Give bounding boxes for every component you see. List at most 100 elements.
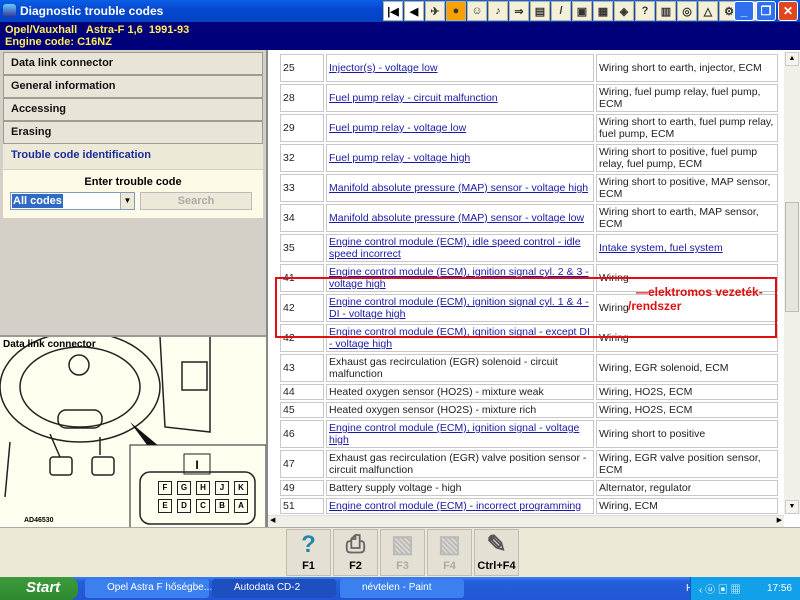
taskbar-item-autodata[interactable]: Autodata CD-2: [212, 579, 336, 598]
horizontal-scrollbar[interactable]: ◀ ▶: [268, 515, 784, 527]
f4-button[interactable]: ▧ F4: [427, 529, 472, 576]
description-link[interactable]: Manifold absolute pressure (MAP) sensor …: [329, 182, 588, 194]
tool-icon[interactable]: ▤: [530, 1, 550, 21]
start-button[interactable]: Start: [0, 577, 78, 600]
cause-cell: Alternator, regulator: [596, 480, 778, 496]
description-cell: Manifold absolute pressure (MAP) sensor …: [326, 204, 594, 232]
description-link[interactable]: Fuel pump relay - voltage high: [329, 152, 470, 164]
description-text: Heated oxygen sensor (HO2S) - mixture ri…: [329, 404, 537, 416]
cause-cell: Wiring, EGR solenoid, ECM: [596, 354, 778, 382]
svg-text:I: I: [195, 458, 198, 472]
sidebar-item-erasing[interactable]: Erasing: [3, 121, 263, 144]
tool-icon[interactable]: ▣: [572, 1, 592, 21]
chevron-down-icon[interactable]: ▼: [120, 193, 134, 209]
tool-icon[interactable]: ?: [635, 1, 655, 21]
taskbar-item-firefox[interactable]: Opel Astra F hőségbe...: [85, 579, 212, 598]
tool-icon[interactable]: ▦: [593, 1, 613, 21]
scroll-thumb[interactable]: [785, 202, 799, 312]
scroll-right-icon[interactable]: ▶: [777, 516, 782, 524]
description-cell: Heated oxygen sensor (HO2S) - mixture we…: [326, 384, 594, 400]
image-icon: ▧: [438, 531, 461, 558]
window-title: Diagnostic trouble codes: [20, 4, 164, 18]
code-cell: 25: [280, 54, 324, 82]
table-row: 47 Exhaust gas recirculation (EGR) valve …: [280, 450, 778, 478]
code-cell: 47: [280, 450, 324, 478]
sidebar-item-general-information[interactable]: General information: [3, 75, 263, 98]
code-cell: 34: [280, 204, 324, 232]
tool-icon[interactable]: △: [698, 1, 718, 21]
description-cell: Manifold absolute pressure (MAP) sensor …: [326, 174, 594, 202]
restore-button[interactable]: ❐: [756, 1, 776, 21]
cause-text: Wiring, EGR solenoid, ECM: [599, 362, 729, 374]
tool-icon[interactable]: ☺: [467, 1, 487, 21]
scroll-down-icon[interactable]: ▼: [785, 500, 799, 514]
sidebar-item-accessing[interactable]: Accessing: [3, 98, 263, 121]
description-text: Battery supply voltage - high: [329, 482, 462, 494]
f2-label: F2: [349, 560, 362, 572]
sidebar-item-trouble-code-identification[interactable]: Trouble code identification: [3, 144, 263, 169]
table-row: 33 Manifold absolute pressure (MAP) senso…: [280, 174, 778, 202]
description-link[interactable]: Fuel pump relay - circuit malfunction: [329, 92, 498, 104]
table-row: 28 Fuel pump relay - circuit malfunction W…: [280, 84, 778, 112]
tool-icon[interactable]: ♪: [488, 1, 508, 21]
back-icon[interactable]: ◀: [404, 1, 424, 21]
diagram-caption: Data link connector: [3, 339, 96, 350]
app-icon: [3, 4, 16, 17]
ctrl-f4-button[interactable]: ✎ Ctrl+F4: [474, 529, 519, 576]
code-cell: 49: [280, 480, 324, 496]
cause-text: Wiring, HO2S, ECM: [599, 404, 693, 416]
cause-link[interactable]: Intake system, fuel system: [599, 242, 723, 254]
description-cell: Engine control module (ECM), ignition si…: [326, 420, 594, 448]
cause-text: Alternator, regulator: [599, 482, 692, 494]
vertical-scrollbar[interactable]: ▲ ▼: [784, 52, 800, 514]
code-cell: 33: [280, 174, 324, 202]
f4-label: F4: [443, 560, 456, 572]
description-link[interactable]: Fuel pump relay - voltage low: [329, 122, 466, 134]
f3-label: F3: [396, 560, 409, 572]
description-link[interactable]: Engine control module (ECM), idle speed …: [329, 236, 581, 260]
sidebar-item-data-link-connector[interactable]: Data link connector: [3, 52, 263, 75]
tool-icon[interactable]: ⇒: [509, 1, 529, 21]
table-row: 49 Battery supply voltage - high Alternato…: [280, 480, 778, 496]
tool-icon[interactable]: ✈: [425, 1, 445, 21]
f3-button[interactable]: ▧ F3: [380, 529, 425, 576]
code-select-value: All codes: [12, 194, 63, 208]
cause-cell: Wiring short to positive, fuel pump rela…: [596, 144, 778, 172]
vehicle-name: Opel/Vauxhall Astra-F 1,6 1991-93: [5, 24, 190, 36]
table-row: 25 Injector(s) - voltage low Wiring short …: [280, 54, 778, 82]
tool-icon[interactable]: /: [551, 1, 571, 21]
code-cell: 43: [280, 354, 324, 382]
description-link[interactable]: Injector(s) - voltage low: [329, 62, 438, 74]
close-button[interactable]: ✕: [778, 1, 798, 21]
tool-icon[interactable]: ◎: [677, 1, 697, 21]
connector-pin: A: [234, 499, 248, 513]
scroll-up-icon[interactable]: ▲: [785, 52, 799, 66]
tray-icons[interactable]: ‹ ⓤ ▣ ▦: [699, 581, 741, 596]
code-cell: 45: [280, 402, 324, 418]
tool-icon[interactable]: ▥: [656, 1, 676, 21]
code-cell: 32: [280, 144, 324, 172]
tool-icon[interactable]: ●: [446, 1, 466, 21]
f2-print-button[interactable]: ⎙ F2: [333, 529, 378, 576]
minimize-button[interactable]: _: [734, 1, 754, 21]
cause-cell: Wiring short to earth, fuel pump relay, …: [596, 114, 778, 142]
connector-pin: F: [158, 481, 172, 495]
description-link[interactable]: Manifold absolute pressure (MAP) sensor …: [329, 212, 584, 224]
search-button[interactable]: Search: [140, 192, 252, 210]
diagram-code: AD46530: [24, 517, 54, 524]
first-icon[interactable]: |◀: [383, 1, 403, 21]
code-select[interactable]: All codes ▼: [10, 192, 135, 210]
scroll-left-icon[interactable]: ◀: [270, 516, 275, 524]
description-link[interactable]: Engine control module (ECM), ignition si…: [329, 422, 579, 446]
f1-help-button[interactable]: ? F1: [286, 529, 331, 576]
function-key-bar: ? F1 ⎙ F2 ▧ F3 ▧ F4 ✎ Ctrl+F4: [0, 527, 800, 577]
help-icon: ?: [301, 531, 316, 558]
tool-icon[interactable]: ◈: [614, 1, 634, 21]
table-row: 32 Fuel pump relay - voltage high Wiring s…: [280, 144, 778, 172]
connector-pin: C: [196, 499, 210, 513]
taskbar-item-paint[interactable]: névtelen - Paint: [340, 579, 464, 598]
cause-cell: Wiring short to positive: [596, 420, 778, 448]
image-icon: ▧: [391, 531, 414, 558]
description-link[interactable]: Engine control module (ECM) - incorrect …: [329, 500, 581, 512]
description-cell: Engine control module (ECM), idle speed …: [326, 234, 594, 262]
